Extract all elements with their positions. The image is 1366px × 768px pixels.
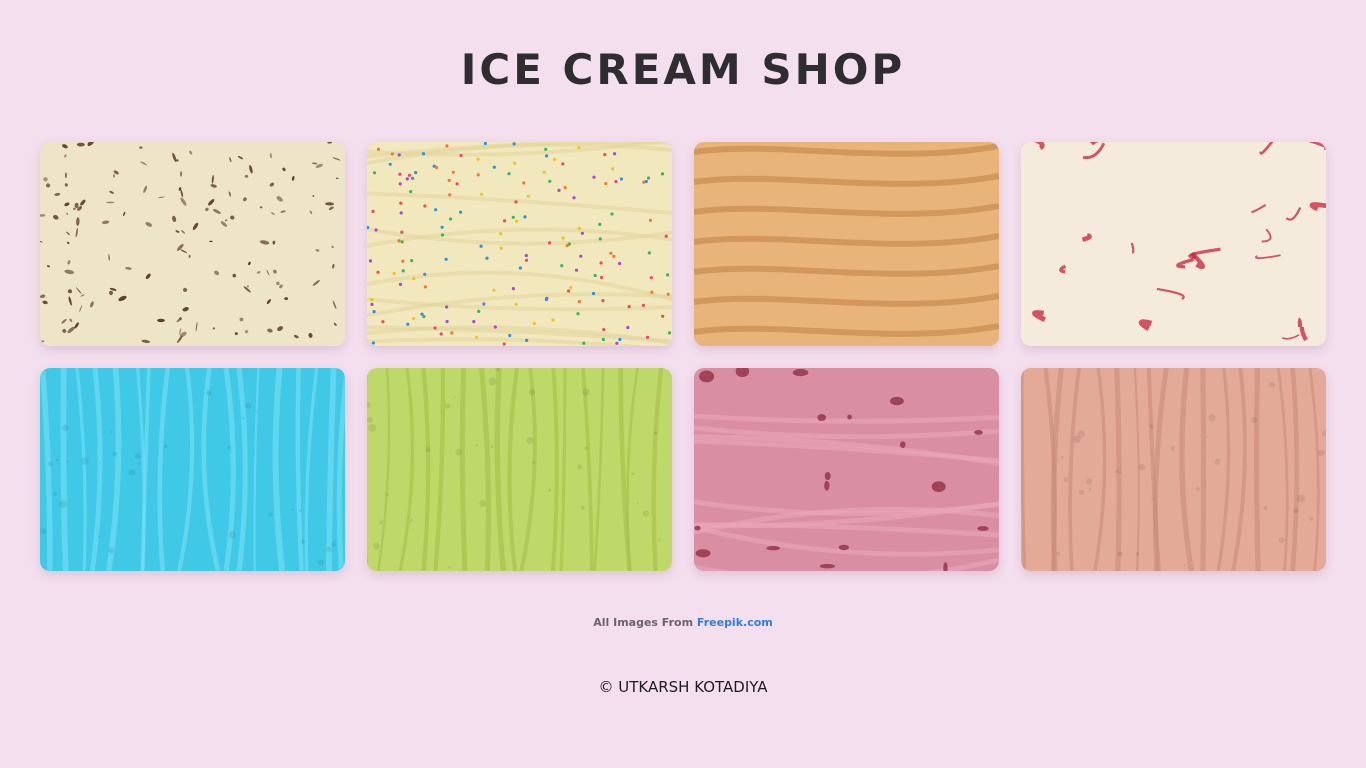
image-credit: All Images From Freepik.com: [0, 616, 1366, 629]
ice-cream-texture-icon: [367, 368, 672, 571]
gallery-image: [367, 368, 672, 571]
ice-cream-texture-icon: [694, 368, 999, 571]
gallery-image: [694, 142, 999, 346]
ice-cream-texture-icon: [40, 142, 345, 346]
ice-cream-gallery: [40, 142, 1327, 571]
ice-cream-texture-icon: [1021, 142, 1326, 346]
gallery-image: [40, 142, 345, 346]
ice-cream-texture-icon: [367, 142, 672, 346]
gallery-image: [694, 368, 999, 571]
gallery-image: [1021, 142, 1326, 346]
freepik-link[interactable]: Freepik.com: [697, 616, 773, 629]
gallery-image: [40, 368, 345, 571]
ice-cream-texture-icon: [694, 142, 999, 346]
credit-prefix: All Images From: [593, 616, 694, 629]
ice-cream-texture-icon: [40, 368, 345, 571]
page-title: ICE CREAM SHOP: [460, 45, 906, 94]
gallery-image: [1021, 368, 1326, 571]
page: ICE CREAM SHOP All Images From Freepik.c…: [0, 0, 1366, 768]
gallery-image: [367, 142, 672, 346]
ice-cream-texture-icon: [1021, 368, 1326, 571]
footer-copyright: © UTKARSH KOTADIYA: [598, 678, 768, 696]
